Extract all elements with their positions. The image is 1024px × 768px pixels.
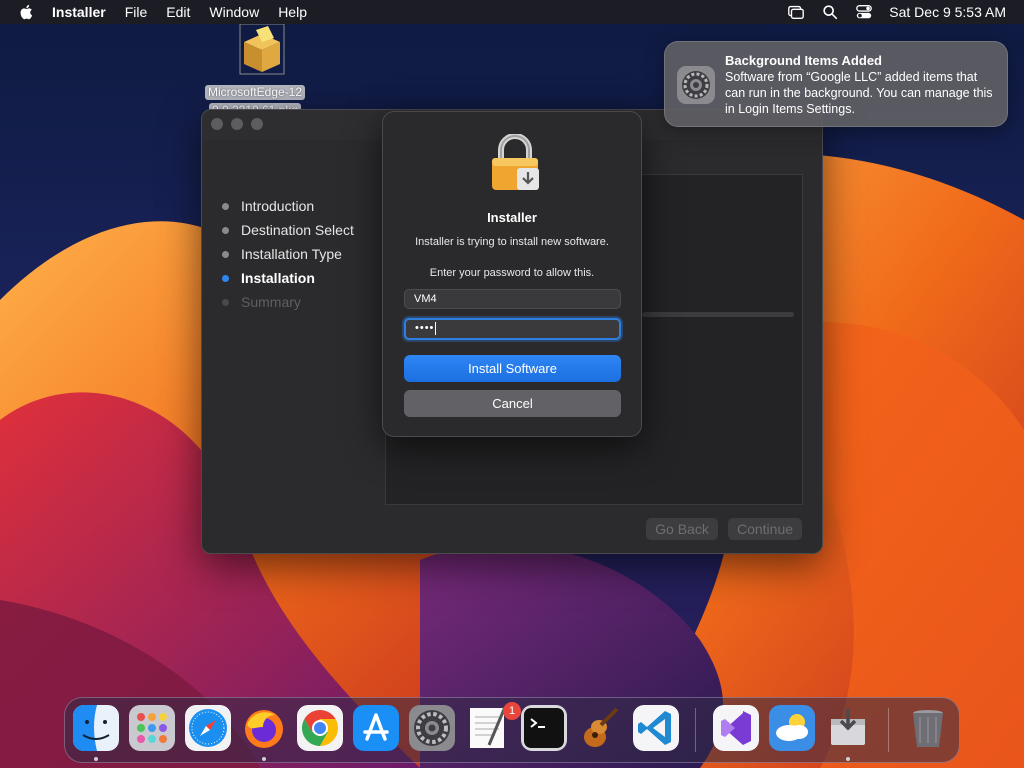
- step-bullet: [222, 298, 229, 306]
- desktop-file-icon[interactable]: MicrosoftEdge-12 0.0.2210.61.pkg: [196, 23, 314, 119]
- finder-icon: [73, 705, 119, 751]
- password-field[interactable]: ••••: [404, 318, 621, 340]
- dock-installer[interactable]: [825, 705, 871, 751]
- installer-steps: Introduction Destination Select Installa…: [222, 194, 354, 314]
- dialog-message: Installer is trying to install new softw…: [415, 236, 609, 248]
- step-bullet: [222, 202, 229, 210]
- install-software-button[interactable]: Install Software: [404, 355, 621, 382]
- dock: 1: [64, 697, 960, 763]
- dock-safari[interactable]: [185, 705, 231, 751]
- notification-title: Background Items Added: [725, 53, 882, 68]
- running-indicator: [94, 757, 98, 761]
- menu-window[interactable]: Window: [209, 4, 259, 20]
- step-destination-select: Destination Select: [222, 218, 354, 242]
- password-mask: ••••: [415, 322, 435, 334]
- dock-vscode[interactable]: [633, 705, 679, 751]
- step-summary: Summary: [222, 290, 354, 314]
- dock-launchpad[interactable]: [129, 705, 175, 751]
- dock-separator: [888, 708, 889, 752]
- vscode-icon: [633, 705, 679, 751]
- trash-icon: [913, 710, 943, 747]
- authentication-dialog: Installer Installer is trying to install…: [382, 111, 642, 437]
- notification-body: Software from “Google LLC” added items t…: [725, 70, 993, 116]
- dock-chrome[interactable]: [297, 705, 343, 751]
- close-button[interactable]: [211, 118, 223, 130]
- dock-firefox[interactable]: [241, 705, 287, 751]
- cancel-button[interactable]: Cancel: [404, 390, 621, 417]
- menu-clock[interactable]: Sat Dec 9 5:53 AM: [889, 4, 1006, 20]
- username-field[interactable]: VM4: [404, 289, 621, 309]
- step-bullet: [222, 250, 229, 258]
- step-label: Summary: [241, 294, 301, 310]
- running-indicator: [262, 757, 266, 761]
- dock-finder[interactable]: [73, 705, 119, 751]
- control-center-icon[interactable]: [855, 3, 873, 21]
- step-bullet: [222, 226, 229, 234]
- notification-badge: 1: [503, 702, 521, 720]
- garageband-icon: [584, 707, 619, 747]
- running-indicator: [846, 757, 850, 761]
- step-label: Installation: [241, 270, 315, 286]
- step-label: Destination Select: [241, 222, 354, 238]
- dock-weather[interactable]: [769, 705, 815, 751]
- menu-app-name[interactable]: Installer: [52, 4, 106, 20]
- dialog-title: Installer: [487, 210, 537, 225]
- desktop-file-label-line1: MicrosoftEdge-12: [204, 85, 306, 100]
- apple-menu-icon[interactable]: [18, 3, 36, 21]
- step-installation: Installation: [222, 266, 354, 290]
- dock-visual-studio[interactable]: [713, 705, 759, 751]
- continue-button[interactable]: Continue: [728, 518, 802, 540]
- launchpad-icon: [129, 705, 175, 751]
- text-caret: [435, 321, 437, 335]
- step-introduction: Introduction: [222, 194, 354, 218]
- dock-terminal[interactable]: [521, 705, 567, 751]
- lock-icon: [492, 134, 539, 190]
- dock-separator: [695, 708, 696, 752]
- settings-gear-icon: [409, 705, 455, 751]
- menu-bar: Installer File Edit Window Help Sat Dec …: [0, 0, 1024, 24]
- app-store-icon: [353, 705, 399, 751]
- go-back-button[interactable]: Go Back: [646, 518, 718, 540]
- menu-help[interactable]: Help: [278, 4, 307, 20]
- minimize-button[interactable]: [231, 118, 243, 130]
- dock-trash[interactable]: [905, 705, 951, 751]
- system-settings-icon: [677, 66, 715, 104]
- step-label: Installation Type: [241, 246, 342, 262]
- dialog-prompt: Enter your password to allow this.: [429, 267, 595, 279]
- firefox-icon: [245, 710, 283, 748]
- chrome-icon: [297, 705, 343, 751]
- step-installation-type: Installation Type: [222, 242, 354, 266]
- dock-garageband[interactable]: [577, 705, 623, 751]
- installer-icon: [831, 709, 865, 745]
- zoom-button[interactable]: [251, 118, 263, 130]
- dock-app-store[interactable]: [353, 705, 399, 751]
- step-bullet: [222, 274, 229, 282]
- menu-edit[interactable]: Edit: [166, 4, 190, 20]
- weather-icon: [769, 705, 815, 751]
- background-items-notification[interactable]: Background Items Added Software from “Go…: [664, 41, 1008, 127]
- safari-icon: [185, 705, 231, 751]
- menu-file[interactable]: File: [125, 4, 148, 20]
- install-progress-bar: [642, 312, 794, 317]
- search-icon[interactable]: [821, 3, 839, 21]
- package-icon: [239, 23, 285, 75]
- terminal-icon: [521, 705, 567, 751]
- step-label: Introduction: [241, 198, 315, 214]
- screen-mirroring-icon[interactable]: [787, 3, 805, 21]
- visual-studio-icon: [713, 705, 759, 751]
- dock-system-settings[interactable]: [409, 705, 455, 751]
